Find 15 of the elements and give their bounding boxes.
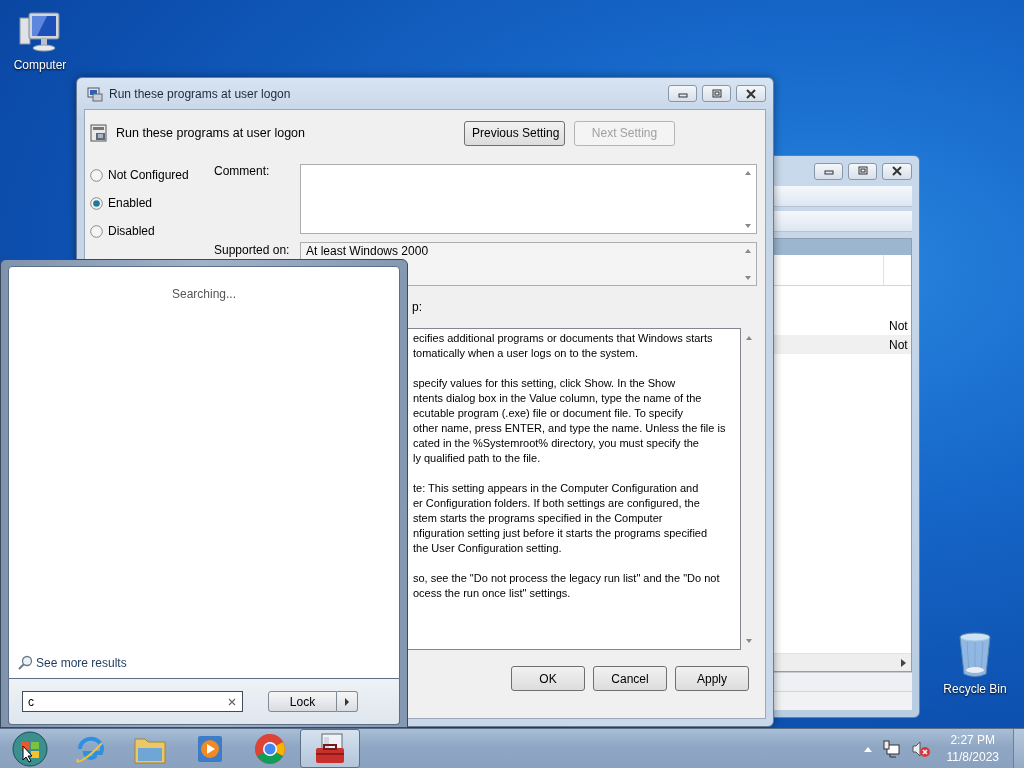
help-paragraph: te: This setting appears in the Computer Configuration and er Configuration folders. If both settings are configured, the stem starts the programs specified in the Computer nfiguration setting just before it starts the programs specified the User Configuration setting. (413, 481, 709, 556)
table-cell-text: Not (889, 318, 909, 333)
supported-on-label: Supported on: (214, 242, 291, 259)
help-paragraph: ecifies additional programs or documents that Windows starts tomatically when a user logs on to the system. (413, 331, 714, 361)
help-label: p: (411, 300, 423, 316)
table-cell-text: Not (889, 337, 909, 352)
help-paragraph: so, see the "Do not process the legacy run list" and the "Do not ocess the run once list" settings. (413, 571, 721, 601)
search-status: Searching... (170, 286, 237, 303)
help-paragraph: specify values for this setting, click Show. In the Show ntents dialog box in the Value column, type the name of the ecutable program (.exe) file or document file. To specify other name, press ENTER, and type the name. Unless the file is cated in the %Systemroot% directory, you must specify the ly qualified path to the file. (413, 376, 727, 466)
setting-heading: Run these programs at user logon (116, 126, 306, 140)
clock-time: 2:27 PM (950, 731, 996, 749)
supported-on-value: At least Windows 2000 (305, 243, 430, 260)
window-title: Run these programs at user logon (109, 86, 292, 101)
clock-date: 11/8/2023 (946, 748, 999, 766)
comment-label: Comment: (214, 164, 271, 180)
